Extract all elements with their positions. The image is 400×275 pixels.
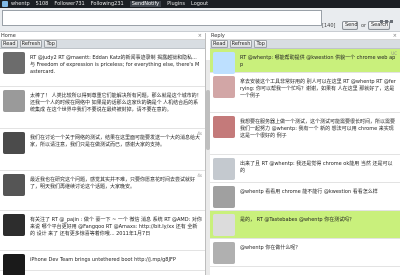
home-column-title: Home: [1, 33, 16, 39]
tweet-item[interactable]: 出来了且 RT @whentp: 我还是觉得 chrome ok能用 当然 还是…: [210, 155, 400, 183]
avatar[interactable]: [213, 76, 235, 98]
avatar[interactable]: [3, 174, 25, 196]
send-button[interactable]: Send: [342, 21, 358, 30]
avatar[interactable]: [3, 132, 25, 154]
close-column-icon[interactable]: ×: [393, 33, 397, 39]
topbar-send-notify[interactable]: SendNotify: [129, 1, 162, 7]
avatar[interactable]: [3, 214, 25, 236]
home-tweet-list: RT @judy2 RT @maentt: Eddan Katz的新闻事迹录制 …: [0, 49, 205, 275]
refresh-button[interactable]: Refresh: [19, 40, 43, 48]
topbar-user[interactable]: whentp: [11, 1, 30, 7]
top-button[interactable]: Top: [254, 40, 267, 48]
close-column-icon[interactable]: ×: [198, 33, 202, 39]
avatar[interactable]: [213, 242, 235, 264]
avatar[interactable]: [213, 116, 235, 138]
reply-tweet-list: UC RT @whentp: 哪能帮助提供 @kwestion 供貌一个 chr…: [210, 49, 400, 267]
maximize-icon[interactable]: [385, 20, 388, 23]
reply-column-title: Reply: [211, 33, 225, 39]
avatar[interactable]: [213, 52, 235, 74]
app-logo-icon: [2, 1, 8, 7]
tweet-item[interactable]: 拿去安装这个工具非常好用的 别人可以在这里 RT @whentp RT @fer…: [210, 73, 400, 113]
topbar-plugins[interactable]: Plugins: [167, 1, 185, 7]
tweet-text: 我们在讨论一个关于网络的测试，结果在这里面可能要发送一个大的消息给大家，所以请注…: [30, 135, 201, 148]
topbar-count[interactable]: 5108: [36, 1, 49, 7]
tweet-text: 最近我也在研究这个问题，感觉其实并不难，只要你愿意花时间去尝试就好了，明天我们再…: [30, 177, 196, 190]
read-button[interactable]: Read: [1, 40, 18, 48]
tweet-item[interactable]: @whentp 看看用 chrome 能不能行 @kwestion 看看怎么样: [210, 183, 400, 211]
tweet-item[interactable]: 我想要在服务器上做一个测试，这个测试可能需要很长时间，所以需要我们一起努力 @w…: [210, 113, 400, 155]
tweet-item[interactable]: UC RT @whentp: 哪能帮助提供 @kwestion 供貌一个 chr…: [210, 49, 400, 74]
reply-column-toolbar: Read Refresh Top: [210, 40, 400, 49]
topbar-following[interactable]: Following231: [91, 1, 124, 7]
home-column-toolbar: Read Refresh Top: [0, 40, 205, 49]
tweet-text: 我想要在服务器上做一个测试，这个测试可能需要很长时间，所以需要我们一起努力 @w…: [240, 119, 396, 139]
char-counter: [140]: [322, 23, 336, 29]
home-column: Home × Read Refresh Top RT @judy2 RT @ma…: [0, 33, 206, 275]
tweet-text: iPhone Dev Team brings untethered boot h…: [30, 257, 176, 263]
reply-column: Reply × Read Refresh Top UC RT @whentp: …: [210, 33, 400, 275]
topbar-followers[interactable]: Follower731: [54, 1, 84, 7]
tweet-item[interactable]: 有关注了 RT @_pajin : 做个 豪一下 ~ 一个 微信 消息 系统 R…: [0, 211, 205, 251]
tweet-item[interactable]: @whentp 你在做什么呢？: [210, 239, 400, 267]
tweet-time: 4s: [197, 131, 202, 136]
tweet-item[interactable]: iPhone Dev Team brings untethered boot h…: [0, 251, 205, 275]
tweet-item[interactable]: 4s 最近我也在研究这个问题，感觉其实并不难，只要你愿意花时间去尝试就好了，明天…: [0, 171, 205, 211]
avatar[interactable]: [213, 186, 235, 208]
avatar[interactable]: [3, 90, 25, 112]
topbar-logout[interactable]: Logout: [191, 1, 208, 7]
tweet-user: UC: [391, 51, 397, 56]
minimize-icon[interactable]: [380, 20, 383, 23]
tweet-item[interactable]: 4s 我们在讨论一个关于网络的测试，结果在这里面可能要发送一个大的消息给大家，所…: [0, 129, 205, 171]
avatar[interactable]: [213, 214, 235, 236]
avatar[interactable]: [3, 52, 25, 74]
tweet-text: @whentp 看看用 chrome 能不能行 @kwestion 看看怎么样: [240, 189, 378, 195]
close-icon[interactable]: [390, 20, 393, 23]
tweet-text: 太棒了！ 人类比较所以得到尊重它们能解决所有问题，那么就是这个城市的！ 还我一个…: [30, 93, 202, 113]
window-controls: [380, 20, 393, 23]
tweet-text: RT @judy2 RT @maentt: Eddan Katz的新闻事迹录制 …: [30, 55, 200, 75]
reply-column-header: Reply ×: [210, 33, 400, 40]
avatar[interactable]: [213, 158, 235, 180]
avatar[interactable]: [3, 254, 25, 275]
tweet-item[interactable]: RT @judy2 RT @maentt: Eddan Katz的新闻事迹录制 …: [0, 49, 205, 87]
compose-input[interactable]: [2, 10, 322, 26]
tweet-text: 是的， RT @Tastebabes @whentp 你在测试吗？: [240, 217, 355, 223]
tweet-time: 4s: [197, 173, 202, 178]
refresh-button[interactable]: Refresh: [229, 40, 253, 48]
read-button[interactable]: Read: [211, 40, 228, 48]
or-label: or: [361, 23, 367, 29]
tweet-item[interactable]: 太棒了！ 人类比较所以得到尊重它们能解决所有问题，那么就是这个城市的！ 还我一个…: [0, 87, 205, 129]
tweet-text: 有关注了 RT @_pajin : 做个 豪一下 ~ 一个 微信 消息 系统 R…: [30, 217, 202, 237]
top-bar: whentp 5108 Follower731 Following231 Sen…: [0, 0, 400, 8]
tweet-item[interactable]: 是的， RT @Tastebabes @whentp 你在测试吗？: [210, 211, 400, 239]
tweet-text: RT @whentp: 哪能帮助提供 @kwestion 供貌一个 chrome…: [240, 55, 396, 68]
home-column-header: Home ×: [0, 33, 205, 40]
tweet-text: @whentp 你在做什么呢？: [240, 245, 301, 251]
top-button[interactable]: Top: [44, 40, 57, 48]
tweet-text: 拿去安装这个工具非常好用的 别人可以在这里 RT @whentp RT @fer…: [240, 79, 396, 99]
compose-area: [140] Send or Search: [0, 8, 400, 32]
tweet-text: 出来了且 RT @whentp: 我还是觉得 chrome ok能用 当然 还是…: [240, 161, 393, 174]
